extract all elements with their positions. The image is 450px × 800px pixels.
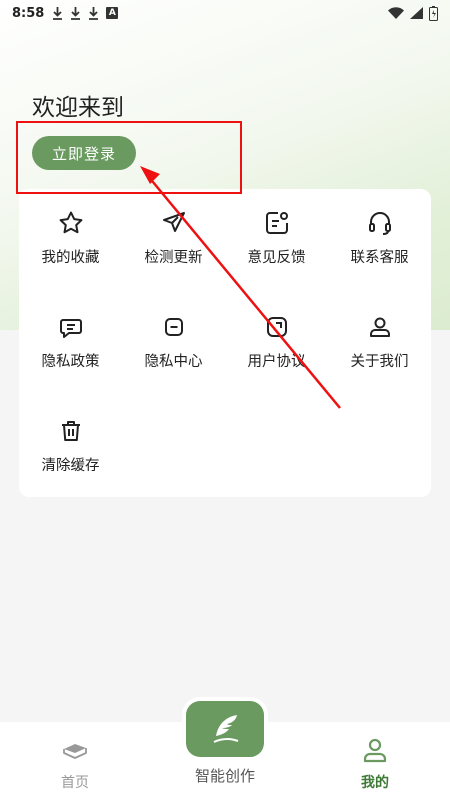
trash-icon bbox=[61, 421, 80, 441]
menu-item-privacy-policy[interactable]: 隐私政策 bbox=[19, 293, 122, 373]
menu-item-label: 我的收藏 bbox=[41, 250, 100, 266]
privacy-icon bbox=[164, 318, 183, 336]
tab-label: 首页 bbox=[61, 775, 89, 791]
star-icon bbox=[59, 211, 82, 234]
tab-label: 我的 bbox=[361, 775, 389, 791]
menu-item-label: 清除缓存 bbox=[41, 458, 100, 474]
send-icon bbox=[162, 212, 185, 232]
menu-item-label: 关于我们 bbox=[350, 354, 409, 370]
menu-item-privacy-center[interactable]: 隐私中心 bbox=[122, 293, 225, 373]
menu-item-feedback[interactable]: 意见反馈 bbox=[225, 189, 328, 269]
status-system-icons bbox=[388, 5, 438, 21]
annotation-highlight-box bbox=[16, 121, 242, 194]
create-fab-button[interactable] bbox=[186, 701, 264, 757]
quill-icon bbox=[213, 715, 239, 743]
download-icon bbox=[53, 6, 63, 20]
status-notification-icons: A bbox=[52, 6, 119, 20]
menu-item-label: 联系客服 bbox=[350, 250, 409, 266]
menu-item-label: 意见反馈 bbox=[247, 250, 306, 266]
chat-icon bbox=[59, 319, 82, 338]
create-fab-label: 智能创作 bbox=[194, 767, 255, 785]
download-icon bbox=[89, 6, 99, 20]
menu-item-clear-cache[interactable]: 清除缓存 bbox=[19, 397, 122, 477]
agreement-icon bbox=[266, 317, 287, 337]
menu-card: 我的收藏 检测更新 意见反馈 联系客服 隐私政策 隐私中心 用户协议 关于我们 … bbox=[19, 189, 431, 497]
book-icon bbox=[63, 744, 87, 759]
headset-icon bbox=[368, 212, 391, 235]
tab-mine[interactable]: 我的 bbox=[340, 722, 410, 800]
signal-icon bbox=[410, 7, 423, 19]
feedback-icon bbox=[265, 212, 288, 234]
menu-item-about-us[interactable]: 关于我们 bbox=[328, 293, 431, 373]
menu-item-label: 隐私政策 bbox=[41, 354, 100, 370]
menu-item-label: 用户协议 bbox=[247, 354, 306, 370]
menu-item-customer-service[interactable]: 联系客服 bbox=[328, 189, 431, 269]
person-icon bbox=[363, 738, 387, 763]
status-bar: 8:58 A bbox=[0, 0, 450, 26]
person-icon bbox=[369, 317, 390, 337]
menu-item-check-update[interactable]: 检测更新 bbox=[122, 189, 225, 269]
wifi-icon bbox=[388, 7, 404, 19]
menu-item-user-agreement[interactable]: 用户协议 bbox=[225, 293, 328, 373]
status-time: 8:58 bbox=[12, 5, 45, 21]
app-notification-icon: A bbox=[106, 7, 119, 19]
battery-icon bbox=[429, 5, 438, 21]
menu-item-favorites[interactable]: 我的收藏 bbox=[19, 189, 122, 269]
tab-home[interactable]: 首页 bbox=[40, 722, 110, 800]
menu-item-label: 检测更新 bbox=[144, 250, 203, 266]
download-icon bbox=[71, 6, 81, 20]
menu-item-label: 隐私中心 bbox=[144, 354, 203, 370]
welcome-title: 欢迎来到 bbox=[32, 95, 124, 121]
